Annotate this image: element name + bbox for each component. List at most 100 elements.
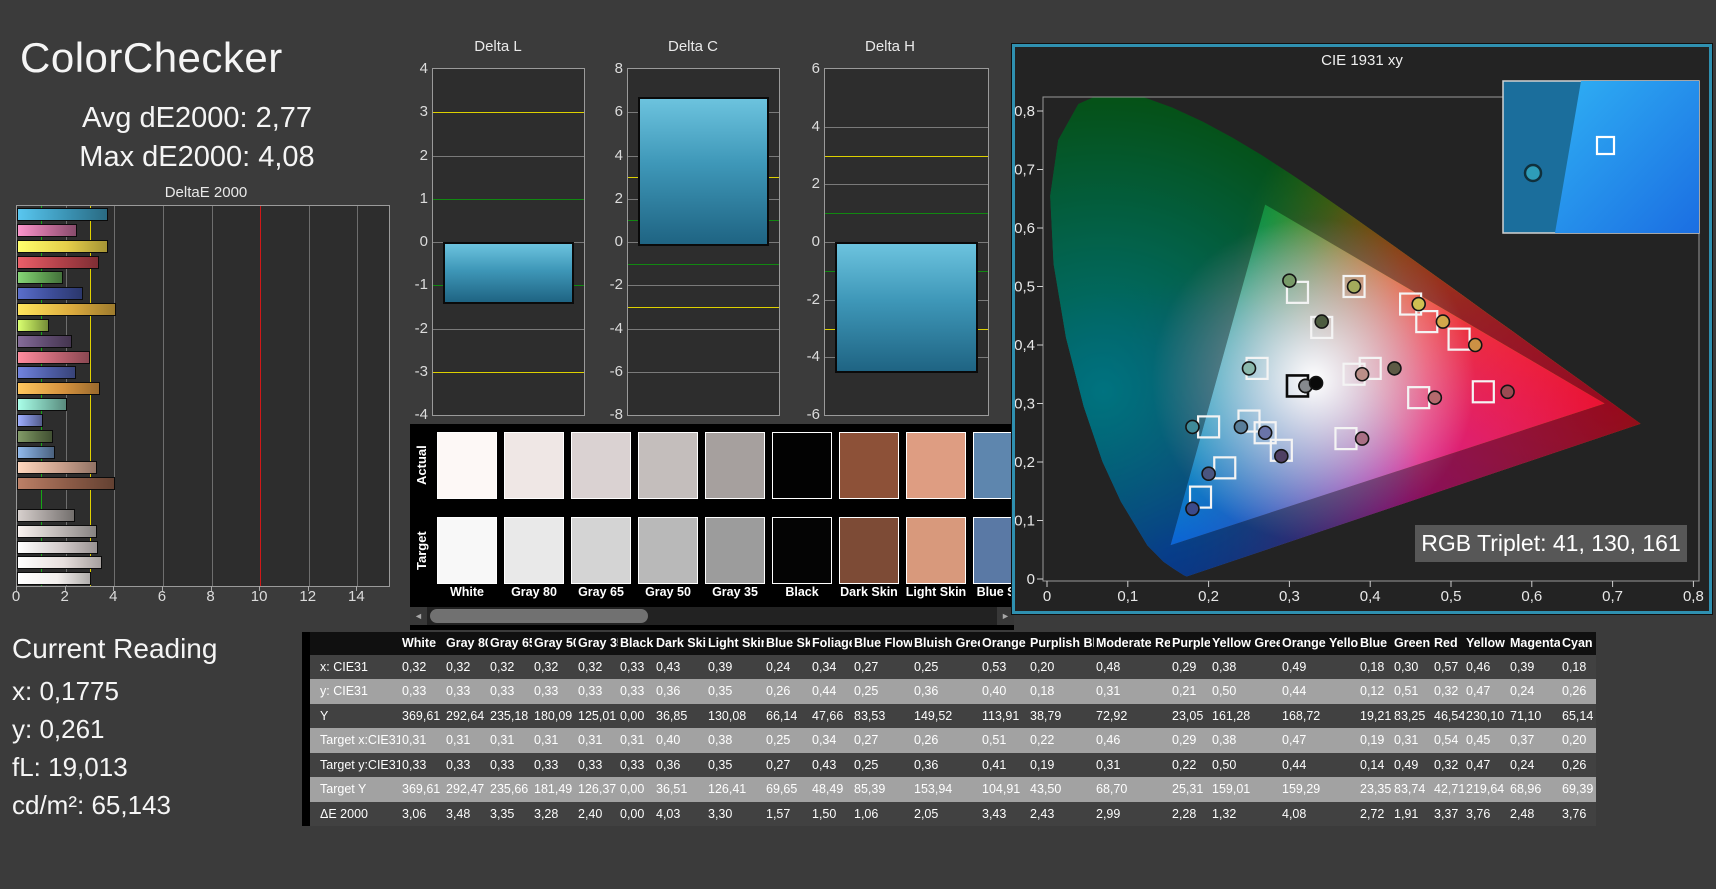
delta-range-box	[443, 242, 574, 304]
reading-fl: fL: 19,013	[12, 748, 217, 786]
color-swatch-actual	[437, 432, 497, 499]
table-cell: 72,92	[1094, 704, 1170, 729]
table-cell: 83,74	[1392, 777, 1432, 802]
table-cell: 0,50	[1210, 753, 1280, 778]
deltae-bar	[17, 525, 97, 538]
axis-tick-label: 2	[595, 190, 623, 207]
table-column-header: Blue Flower	[852, 632, 912, 655]
deltae-bar	[17, 287, 83, 300]
deltae-bar	[17, 572, 91, 585]
table-column-header: Green	[1392, 632, 1432, 655]
deltae-bar	[17, 541, 98, 554]
deltae-bar	[17, 319, 49, 332]
color-swatch-actual	[839, 432, 899, 499]
deltae-bar	[17, 414, 43, 427]
table-cell: 36,51	[654, 777, 706, 802]
table-cell: 0,24	[1508, 679, 1560, 704]
deltae-bar	[17, 509, 75, 522]
svg-text:0,2: 0,2	[1015, 454, 1035, 471]
swatch-scrollbar[interactable]: ◄ ►	[410, 607, 1014, 625]
color-swatch-target	[906, 517, 966, 584]
table-column-header: Yellow	[1464, 632, 1508, 655]
table-cell: 3,28	[532, 802, 576, 827]
table-column-header: Blue	[1358, 632, 1392, 655]
table-cell: 0,33	[576, 679, 618, 704]
table-cell: 68,96	[1508, 777, 1560, 802]
svg-text:0,8: 0,8	[1683, 588, 1704, 605]
table-cell: 1,50	[810, 802, 852, 827]
table-column-header: Light Skin	[706, 632, 764, 655]
table-cell: 0,18	[1560, 655, 1596, 680]
table-cell: 181,49	[532, 777, 576, 802]
table-cell: 113,91	[980, 704, 1028, 729]
axis-tick-label: -2	[595, 276, 623, 293]
deltae-bar	[17, 556, 102, 569]
table-cell: 0,31	[1094, 679, 1170, 704]
table-cell: 0,39	[706, 655, 764, 680]
table-cell: 0,33	[532, 679, 576, 704]
table-cell: 0,45	[1464, 728, 1508, 753]
table-cell: 36,85	[654, 704, 706, 729]
cie-measured-point	[1501, 385, 1514, 398]
table-cell: 0,25	[852, 679, 912, 704]
gridline	[433, 329, 584, 330]
table-cell: 0,49	[1392, 753, 1432, 778]
threshold-line-yellow	[433, 112, 584, 113]
axis-tick-label: 2	[52, 588, 78, 605]
axis-tick-label: 6	[792, 60, 820, 77]
cie-1931-panel[interactable]: CIE 1931 xy 00,10,20,30,40,50,60,70,800,…	[1012, 44, 1712, 614]
axis-tick-label: -8	[595, 406, 623, 423]
table-cell: 0,32	[1432, 753, 1464, 778]
color-swatch-actual	[705, 432, 765, 499]
table-cell: 0,21	[1170, 679, 1210, 704]
deltae-bar	[17, 351, 90, 364]
delta-range-box	[638, 97, 769, 246]
table-cell: 0,44	[1280, 679, 1358, 704]
cie-measured-point	[1469, 339, 1482, 352]
table-row-label: Target Y	[302, 777, 400, 802]
table-cell: 3,35	[488, 802, 532, 827]
gridline	[114, 206, 115, 586]
scrollbar-thumb[interactable]	[430, 609, 648, 623]
threshold-line-green	[825, 213, 988, 214]
table-column-header: Black	[618, 632, 654, 655]
table-column-header: Gray 50	[532, 632, 576, 655]
gridline	[260, 206, 261, 586]
table-column-header: Moderate Red	[1094, 632, 1170, 655]
rgb-triplet-label: RGB Triplet: 41, 130, 161	[1421, 530, 1681, 556]
table-column-header: Gray 35	[576, 632, 618, 655]
max-de2000-readout: Max dE2000: 4,08	[42, 141, 352, 174]
table-column-header: Blue Sky	[764, 632, 810, 655]
table-column-header: Purple	[1170, 632, 1210, 655]
table-cell: 0,51	[980, 728, 1028, 753]
table-cell: 0,31	[400, 728, 444, 753]
table-cell: 2,72	[1358, 802, 1392, 827]
table-cell: 1,06	[852, 802, 912, 827]
swatch-label: Dark Skin	[836, 585, 902, 599]
table-row-label: x: CIE31	[302, 655, 400, 680]
deltae-bar	[17, 271, 63, 284]
table-cell: 83,53	[852, 704, 912, 729]
table-cell: 3,76	[1464, 802, 1508, 827]
table-cell: 230,10	[1464, 704, 1508, 729]
table-cell: 0,33	[488, 679, 532, 704]
avg-de2000-readout: Avg dE2000: 2,77	[42, 102, 352, 135]
table-cell: 0,33	[444, 753, 488, 778]
table-cell: 0,26	[912, 728, 980, 753]
delta-range-box	[835, 242, 978, 373]
threshold-line-green	[628, 264, 779, 265]
swatch-label: White	[434, 585, 500, 599]
table-cell: 0,19	[1028, 753, 1094, 778]
swatch-label: Black	[769, 585, 835, 599]
color-swatch-actual	[504, 432, 564, 499]
axis-tick-label: -6	[595, 363, 623, 380]
scroll-left-button[interactable]: ◄	[410, 607, 427, 625]
cie-measured-point	[1259, 426, 1272, 439]
table-cell: 46,54	[1432, 704, 1464, 729]
table-row-label: y: CIE31	[302, 679, 400, 704]
table-cell: 66,14	[764, 704, 810, 729]
color-swatch-target	[437, 517, 497, 584]
table-cell: 0,19	[1358, 728, 1392, 753]
table-column-header: White	[400, 632, 444, 655]
gridline	[628, 285, 779, 286]
